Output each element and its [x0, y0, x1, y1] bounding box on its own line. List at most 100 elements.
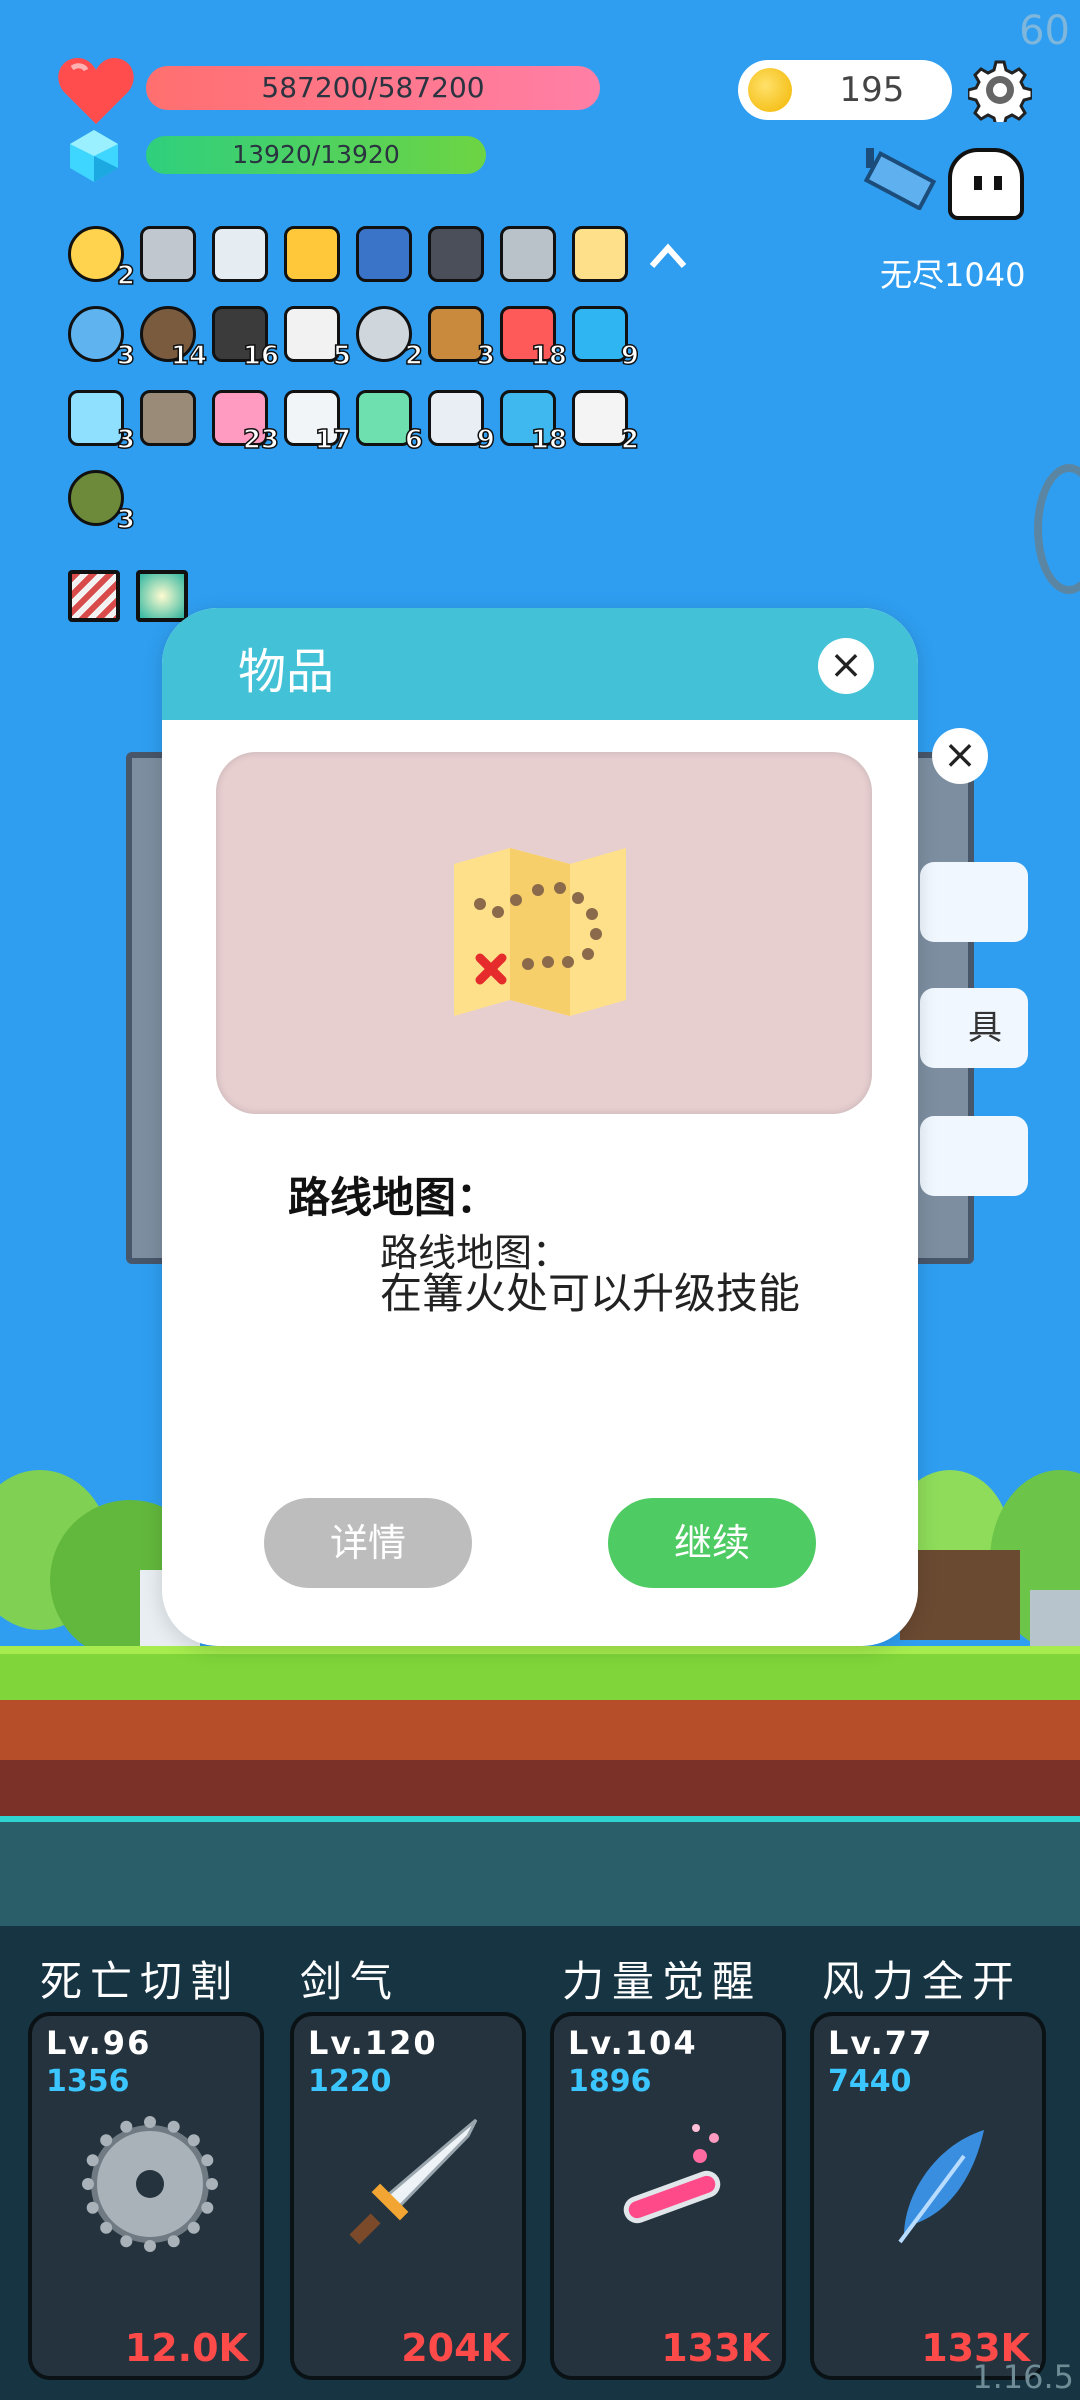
item-count: 6	[404, 424, 424, 456]
playing-cards-icon[interactable]: 5	[284, 306, 352, 372]
target-icon[interactable]: 3	[68, 306, 136, 372]
item-count: 23	[242, 424, 280, 456]
treasure-map-icon	[454, 848, 626, 1016]
ghost-icon[interactable]	[948, 148, 1024, 220]
fps-counter: 60	[1019, 8, 1070, 54]
skill-name: 死亡切割	[40, 1957, 241, 2006]
item-count: 14	[170, 340, 208, 372]
heart-icon	[58, 58, 134, 124]
water-layer	[0, 1816, 1080, 1932]
bow-icon[interactable]: 3	[428, 306, 496, 372]
viking-helmet-icon[interactable]	[500, 226, 556, 282]
coin-amount: 195	[839, 70, 905, 110]
background-close-button[interactable]: ×	[932, 728, 988, 784]
item-count: 17	[314, 424, 352, 456]
skill-level: Lv.96	[46, 2024, 152, 2062]
modal-title: 物品	[238, 644, 335, 700]
potion-flask-icon[interactable]: 3	[68, 390, 136, 456]
item-count: 2	[620, 424, 640, 456]
saw-blade-icon	[82, 2116, 218, 2252]
sapphire-icon[interactable]: 9	[572, 306, 640, 372]
dirt-layer-dark	[0, 1760, 1080, 1816]
skill-card[interactable]: Lv.77 7440 133K	[810, 2012, 1046, 2380]
item-count: 3	[116, 340, 136, 372]
skill-cost: 1896	[568, 2064, 652, 2099]
item-image-box	[216, 752, 872, 1114]
item-count: 9	[476, 424, 496, 456]
item-count: 9	[620, 340, 640, 372]
feather-icon	[898, 2130, 984, 2244]
details-button[interactable]: 详情	[264, 1498, 472, 1588]
striped-buff-icon[interactable]	[68, 570, 120, 622]
item-count: 3	[476, 340, 496, 372]
skill-name: 剑气	[300, 1957, 401, 2006]
item-count: 2	[116, 260, 136, 292]
dice-icon[interactable]: 2	[572, 390, 640, 456]
item-name: 路线地图：	[288, 1173, 499, 1222]
test-tube-icon	[623, 2124, 721, 2224]
coin-icon	[748, 68, 792, 112]
skill-name: 力量觉醒	[562, 1957, 763, 2006]
skill-cost: 7440	[828, 2064, 912, 2099]
mace-icon[interactable]	[140, 226, 196, 282]
sword-icon	[349, 2118, 478, 2245]
skill-cost: 1356	[46, 2064, 130, 2099]
modal-header: 物品 ×	[162, 608, 918, 720]
flag-icon[interactable]	[862, 146, 938, 210]
skill-damage: 204K	[401, 2326, 510, 2370]
speech-bubble-icon[interactable]: 18	[500, 390, 568, 456]
item-modal: 物品 × 路线地图： 路线地图： 在篝火处可以升级技能 详情 继续	[162, 608, 918, 1646]
ghost-lamp-icon[interactable]: 6	[356, 390, 424, 456]
item-description: 在篝火处可以升级技能	[380, 1269, 801, 1318]
tarot-cards-icon[interactable]	[356, 226, 412, 282]
hp-bar: 587200/587200	[146, 66, 600, 110]
gear-icon[interactable]	[968, 58, 1032, 122]
skill-level: Lv.77	[828, 2024, 934, 2062]
skill-damage: 133K	[661, 2326, 770, 2370]
coin-counter: 195	[738, 60, 952, 120]
skill-card[interactable]: Lv.120 1220 204K	[290, 2012, 526, 2380]
cauldron-icon[interactable]: 16	[212, 306, 280, 372]
side-button-3[interactable]	[920, 1116, 1028, 1196]
item-count: 2	[404, 340, 424, 372]
skill-cost: 1220	[308, 2064, 392, 2099]
side-button-1[interactable]	[920, 862, 1028, 942]
skill-card[interactable]: Lv.96 1356 12.0K	[28, 2012, 264, 2380]
mana-crystal-icon	[70, 130, 118, 182]
treasure-map-icon[interactable]	[572, 226, 628, 282]
endless-mode-label: 无尽1040	[880, 256, 1026, 294]
sun-icon[interactable]: 2	[68, 226, 136, 292]
skill-level: Lv.104	[568, 2024, 698, 2062]
item-count: 3	[116, 504, 136, 536]
compass-icon[interactable]: 2	[356, 306, 424, 372]
modal-close-button[interactable]: ×	[818, 638, 874, 694]
watermelon-icon[interactable]: 18	[500, 306, 568, 372]
skill-damage: 12.0K	[124, 2326, 248, 2370]
item-count: 3	[116, 424, 136, 456]
version-label: 1.16.5	[972, 2358, 1074, 2396]
meteor-icon[interactable]	[140, 390, 196, 446]
sword-icon[interactable]	[212, 226, 268, 282]
mana-bar: 13920/13920	[146, 136, 486, 174]
skill-card[interactable]: Lv.104 1896 133K	[550, 2012, 786, 2380]
lightbulb-icon[interactable]: 9	[428, 390, 496, 456]
skull-book-icon[interactable]	[428, 226, 484, 282]
item-count: 18	[530, 424, 568, 456]
side-button-2-label: 具	[968, 1008, 1002, 1048]
coconut-icon[interactable]: 14	[140, 306, 208, 372]
crown-icon[interactable]	[284, 226, 340, 282]
skill-level: Lv.120	[308, 2024, 438, 2062]
side-button-2[interactable]: 具	[920, 988, 1028, 1068]
item-count: 18	[530, 340, 568, 372]
side-round-button[interactable]	[1034, 464, 1080, 594]
skill-name: 风力全开	[822, 1957, 1023, 2006]
chevron-up-icon[interactable]	[648, 236, 688, 276]
cloud-icon[interactable]: 17	[284, 390, 352, 456]
grass-ground	[0, 1646, 1080, 1704]
continue-button[interactable]: 继续	[608, 1498, 816, 1588]
dirt-layer	[0, 1700, 1080, 1760]
grenade-icon[interactable]: 3	[68, 470, 136, 536]
ice-cream-icon[interactable]: 23	[212, 390, 280, 456]
item-count: 5	[332, 340, 352, 372]
item-count: 16	[242, 340, 280, 372]
